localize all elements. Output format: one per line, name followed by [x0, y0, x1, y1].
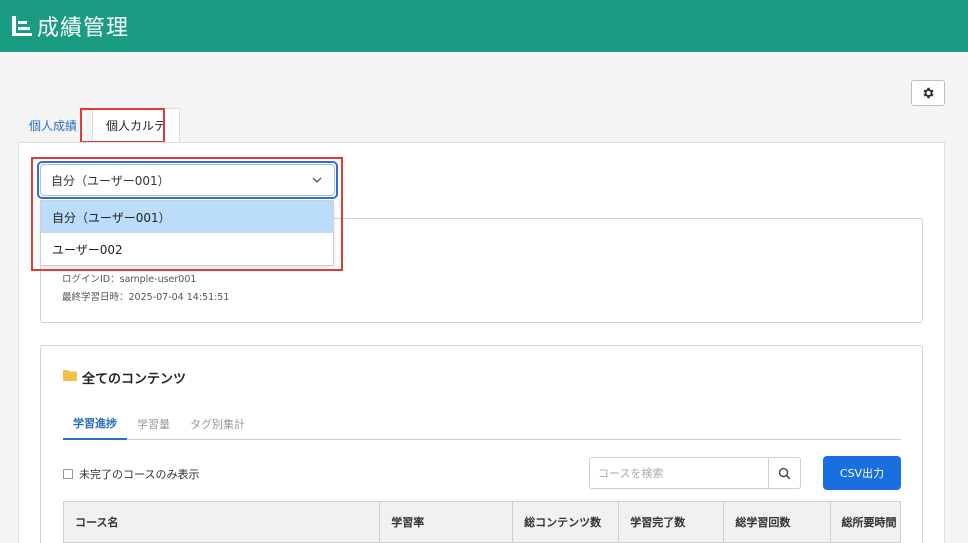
search-icon — [778, 467, 791, 479]
column-header-total-contents[interactable]: 総コンテンツ数 — [513, 502, 620, 542]
content-subtabs: 学習進捗 学習量 タグ別集計 — [63, 408, 901, 440]
user-select[interactable]: 自分（ユーザー001） — [40, 164, 335, 196]
login-id-text: ログインID：sample-user001 — [62, 274, 197, 285]
tab-personal-grades[interactable]: 個人成績 — [20, 108, 86, 142]
settings-button[interactable] — [911, 80, 945, 106]
search-button[interactable] — [768, 458, 800, 488]
column-header-course[interactable]: コース名 — [64, 502, 381, 542]
subtab-progress[interactable]: 学習進捗 — [63, 408, 127, 440]
user-select-dropdown: 自分（ユーザー001） ユーザー002 — [40, 200, 334, 266]
column-header-rate[interactable]: 学習率 — [380, 502, 514, 542]
gear-icon — [923, 87, 934, 99]
csv-export-button[interactable]: CSV出力 — [823, 456, 901, 490]
incomplete-filter[interactable]: 未完了のコースのみ表示 — [63, 466, 199, 482]
option-user-002[interactable]: ユーザー002 — [41, 233, 333, 265]
column-header-total-time[interactable]: 総所要時間 — [831, 502, 900, 542]
chevron-down-icon — [312, 177, 322, 183]
tab-personal-chart[interactable]: 個人カルテ — [92, 108, 181, 142]
table-header: コース名 学習率 総コンテンツ数 学習完了数 総学習回数 総所要時間 — [63, 501, 901, 543]
column-header-completed[interactable]: 学習完了数 — [619, 502, 725, 542]
main-tabs: 個人成績 個人カルテ — [20, 108, 181, 142]
section-title: 全てのコンテンツ — [82, 372, 187, 387]
subtab-tags[interactable]: タグ別集計 — [180, 408, 255, 439]
option-self[interactable]: 自分（ユーザー001） — [41, 201, 333, 233]
app-title: 成績管理 — [37, 16, 130, 41]
user-select-value: 自分（ユーザー001） — [51, 173, 170, 188]
last-study-text: 最終学習日時：2025-07-04 14:51:51 — [62, 292, 230, 303]
course-search-input[interactable] — [590, 458, 768, 488]
course-search — [589, 457, 801, 489]
incomplete-checkbox[interactable] — [63, 469, 73, 479]
chart-logo-icon — [10, 14, 34, 38]
incomplete-filter-label: 未完了のコースのみ表示 — [79, 468, 200, 481]
column-header-total-sessions[interactable]: 総学習回数 — [724, 502, 831, 542]
app-header: 成績管理 — [0, 0, 968, 52]
subtab-volume[interactable]: 学習量 — [127, 408, 180, 439]
folder-icon — [63, 370, 77, 381]
